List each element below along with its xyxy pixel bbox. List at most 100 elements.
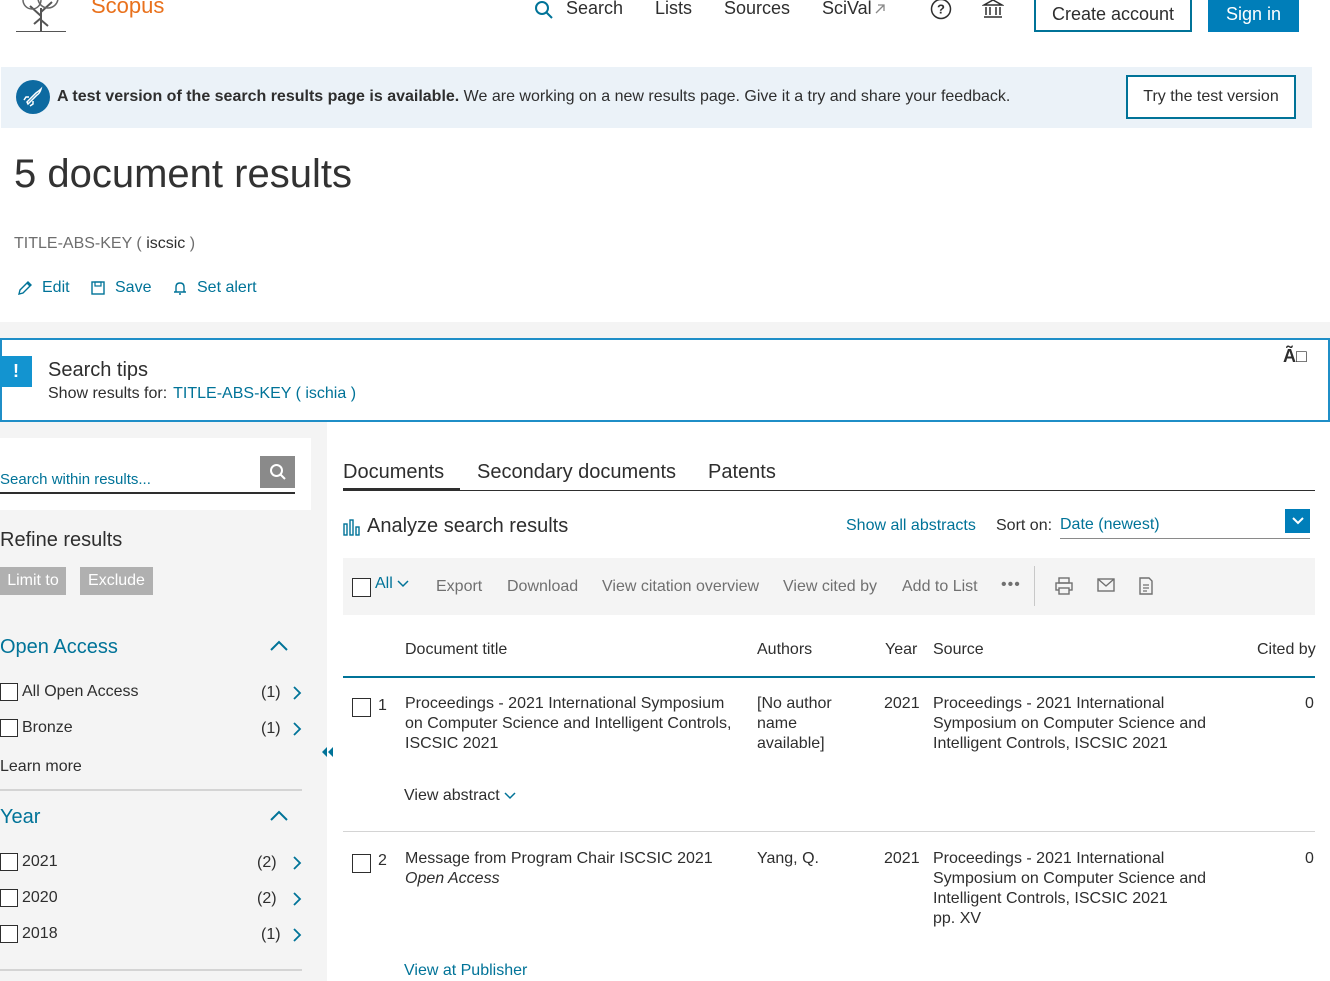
search-icon[interactable] [534,0,554,20]
try-test-version-button[interactable]: Try the test version [1126,75,1296,119]
query-string: TITLE-ABS-KEY ( iscsic ) [14,235,195,253]
column-header-cited-by[interactable]: Cited by [1257,641,1316,659]
chevron-up-icon[interactable] [269,810,289,822]
help-icon[interactable]: ? [930,0,952,20]
year-facet-title[interactable]: Year [0,806,40,829]
facet-count: (2) [257,890,277,907]
bell-icon [174,282,186,295]
select-all-dropdown[interactable]: All [375,575,409,593]
limit-to-button[interactable]: Limit to [0,567,66,595]
close-tips-button[interactable]: Ã□ [1283,346,1307,367]
row-separator [343,831,1315,832]
email-icon[interactable] [1097,578,1115,592]
facet-item[interactable]: 2018 [0,925,58,943]
open-access-facet-title[interactable]: Open Access [0,636,118,659]
source-link[interactable]: Proceedings - 2021 International Symposi… [933,849,1223,909]
toolbar-divider [1034,566,1035,606]
facet-label: 2020 [22,889,58,906]
institution-icon[interactable] [982,0,1004,20]
tab-secondary-documents[interactable]: Secondary documents [477,461,676,484]
nav-scival[interactable]: SciVal [822,0,886,19]
source-link[interactable]: Proceedings - 2021 International Symposi… [933,694,1223,754]
export-button[interactable]: Export [436,578,482,596]
scopus-brand[interactable]: Scopus [91,0,164,19]
learn-more-link[interactable]: Learn more [0,758,82,776]
view-abstract-label: View abstract [404,787,500,804]
show-all-abstracts-link[interactable]: Show all abstracts [846,517,976,535]
facet-item[interactable]: Bronze [0,719,73,737]
more-options-button[interactable]: ••• [1001,576,1021,594]
rocket-icon [16,80,50,114]
document-title-link[interactable]: Message from Program Chair ISCSIC 2021 [405,849,740,869]
collapse-panel-icon[interactable] [320,745,334,759]
nav-sources[interactable]: Sources [724,0,790,19]
checkbox[interactable] [0,925,18,943]
pdf-icon[interactable] [1138,577,1154,595]
suggested-query-link[interactable]: TITLE-ABS-KEY ( ischia ) [173,385,356,402]
search-tips-title: Search tips [48,359,149,381]
tab-patents[interactable]: Patents [708,461,776,484]
sort-value[interactable]: Date (newest) [1060,516,1160,534]
column-header-title[interactable]: Document title [405,641,507,659]
checkbox[interactable] [0,889,18,907]
view-at-publisher-link[interactable]: View at Publisher [404,962,527,980]
authors[interactable]: Yang, Q. [757,849,819,869]
checkbox[interactable] [0,853,18,871]
checkbox[interactable] [0,719,18,737]
view-citation-overview-button[interactable]: View citation overview [602,578,759,596]
checkbox[interactable] [0,683,18,701]
column-header-authors[interactable]: Authors [757,641,812,659]
search-within-input[interactable] [0,456,295,494]
elsevier-logo-icon[interactable] [12,0,70,32]
year: 2021 [884,850,920,867]
analyze-results-link[interactable]: Analyze search results [343,515,568,538]
pages: pp. XV [933,910,982,927]
chevron-right-icon[interactable] [292,856,302,870]
facet-item[interactable]: All Open Access [0,683,139,701]
chevron-right-icon[interactable] [292,928,302,942]
row-number: 2 [378,852,387,869]
chevron-right-icon[interactable] [292,686,302,700]
view-cited-by-button[interactable]: View cited by [783,578,877,596]
exclude-button[interactable]: Exclude [80,567,153,595]
nav-lists[interactable]: Lists [655,0,692,19]
edit-query-button[interactable]: Edit [16,279,70,297]
print-icon[interactable] [1054,577,1074,595]
cited-by-count[interactable]: 0 [1305,849,1314,869]
row-checkbox[interactable] [352,698,371,717]
sign-in-button[interactable]: Sign in [1208,0,1299,32]
chevron-right-icon[interactable] [292,892,302,906]
chevron-right-icon[interactable] [292,722,302,736]
nav-scival-label: SciVal [822,0,872,18]
nav-search[interactable]: Search [566,0,623,19]
facet-item[interactable]: 2020 [0,889,58,907]
banner-message: A test version of the search results pag… [57,88,1010,106]
active-tab-indicator [343,488,460,491]
tab-documents[interactable]: Documents [343,461,444,484]
set-alert-button[interactable]: Set alert [171,279,257,297]
create-account-button[interactable]: Create account [1034,0,1192,32]
view-abstract-link[interactable]: View abstract [404,787,516,805]
chevron-up-icon[interactable] [269,640,289,652]
add-to-list-button[interactable]: Add to List [902,578,978,596]
chevron-down-icon[interactable] [1285,509,1310,533]
document-title-link[interactable]: Proceedings - 2021 International Symposi… [405,694,740,754]
refine-title: Refine results [0,529,123,551]
facet-item[interactable]: 2021 [0,853,58,871]
save-search-button[interactable]: Save [89,279,151,297]
download-button[interactable]: Download [507,578,578,596]
search-within-button[interactable] [260,456,295,488]
chevron-down-icon [504,792,516,800]
sort-label: Sort on: [996,517,1053,534]
facet-label: 2021 [22,853,58,870]
facet-count: (1) [261,720,281,737]
row-checkbox[interactable] [352,854,371,873]
save-label: Save [115,279,152,296]
select-all-checkbox[interactable] [352,578,371,597]
facet-label: Bronze [22,719,73,736]
cited-by-count[interactable]: 0 [1305,694,1314,714]
edit-label: Edit [42,279,70,296]
column-header-year[interactable]: Year [885,641,917,659]
external-link-icon [875,3,885,13]
column-header-source[interactable]: Source [933,641,984,659]
